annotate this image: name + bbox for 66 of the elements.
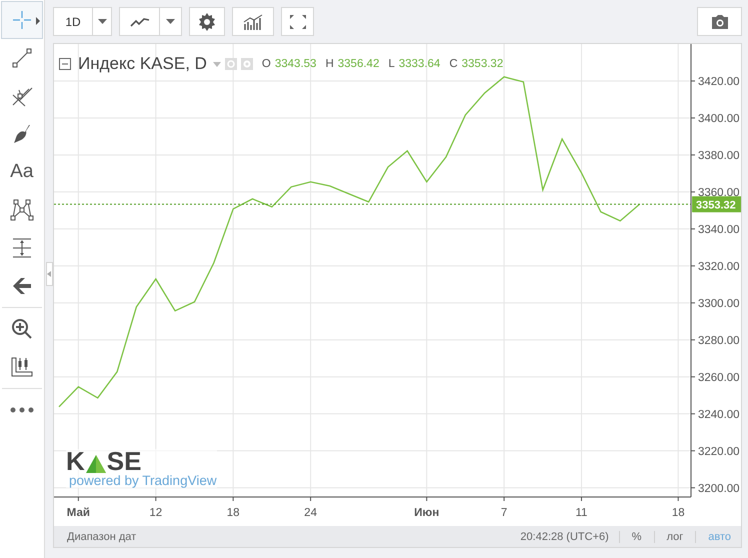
ohlc-value: 3343.53 [274, 58, 316, 70]
crosshair-icon [12, 11, 31, 29]
zoom-icon [10, 318, 33, 340]
price-label: 3380.00 [698, 150, 740, 162]
date-label: Май [66, 507, 90, 519]
indicators-button[interactable] [232, 7, 274, 36]
last-price-badge: 3353.32 [692, 196, 741, 212]
price-label: 3400.00 [698, 112, 740, 125]
arrow-icon [12, 277, 32, 295]
caret-icon [98, 19, 106, 24]
triangle-logo-icon [86, 455, 106, 473]
clock-text: 20:42:28 (UTC+6) [520, 530, 620, 542]
fullscreen-button[interactable] [281, 7, 314, 36]
settings-icon [198, 12, 216, 30]
scale-toggle[interactable]: лог [654, 530, 696, 542]
date-label: 24 [304, 507, 317, 519]
price-label: 3200.00 [698, 482, 740, 495]
more-icon [10, 407, 34, 413]
ohlc-label: C [449, 58, 458, 70]
ohlc-label: O [262, 58, 271, 70]
chart-type-button[interactable] [119, 7, 160, 36]
fullscreen-icon [288, 14, 306, 30]
chart-type-dropdown[interactable] [159, 7, 182, 36]
interval-button[interactable]: 1D [53, 7, 93, 36]
line-chart-icon [130, 16, 150, 26]
date-label: Июн [414, 507, 440, 519]
caret-icon [36, 17, 40, 25]
date-label: 12 [149, 507, 162, 519]
price-label: 3340.00 [698, 224, 740, 236]
text-tool[interactable]: Aa [0, 153, 43, 191]
logo-text: SE [106, 449, 142, 473]
logo-text: K [66, 449, 85, 473]
price-label: 3420.00 [698, 76, 740, 88]
ref-line-label: 3353.32 [696, 199, 736, 212]
price-label: 3320.00 [698, 260, 740, 273]
date-label: 7 [500, 507, 508, 519]
ohlc-label: H [325, 58, 334, 70]
ohlc-label: L [388, 58, 395, 70]
pattern-icon [10, 199, 34, 221]
powered-by-link[interactable]: powered by TradingView [69, 473, 217, 488]
price-label: 3300.00 [698, 298, 740, 310]
interval-dropdown[interactable] [92, 7, 112, 36]
settings-button[interactable] [189, 7, 225, 36]
bar-chart-icon [243, 14, 263, 30]
camera-icon [710, 14, 730, 30]
date-label: 11 [576, 507, 588, 519]
date-range-button[interactable]: Диапазон дат [67, 530, 136, 542]
candlestick-icon [10, 356, 34, 378]
line-icon [10, 47, 33, 69]
price-label: 3220.00 [698, 446, 740, 458]
pitchfork-icon [10, 85, 33, 107]
measure-icon [10, 237, 33, 259]
ohlc-value: 3333.64 [398, 58, 440, 70]
scale-toggle[interactable]: % [620, 530, 655, 542]
ohlc-value: 3356.42 [338, 58, 380, 70]
date-label: 18 [672, 507, 685, 519]
collapse-handle[interactable] [46, 262, 53, 286]
date-label: 18 [226, 507, 240, 519]
price-label: 3280.00 [698, 334, 740, 347]
collapse-icon[interactable] [59, 58, 71, 70]
series-title: Индекс KASE, D [78, 54, 207, 74]
snapshot-button[interactable] [697, 7, 742, 36]
price-label: 3260.00 [698, 372, 740, 384]
caret-icon [166, 19, 175, 24]
ohlc-value: 3353.32 [462, 58, 504, 70]
price-label: 3240.00 [698, 408, 740, 421]
